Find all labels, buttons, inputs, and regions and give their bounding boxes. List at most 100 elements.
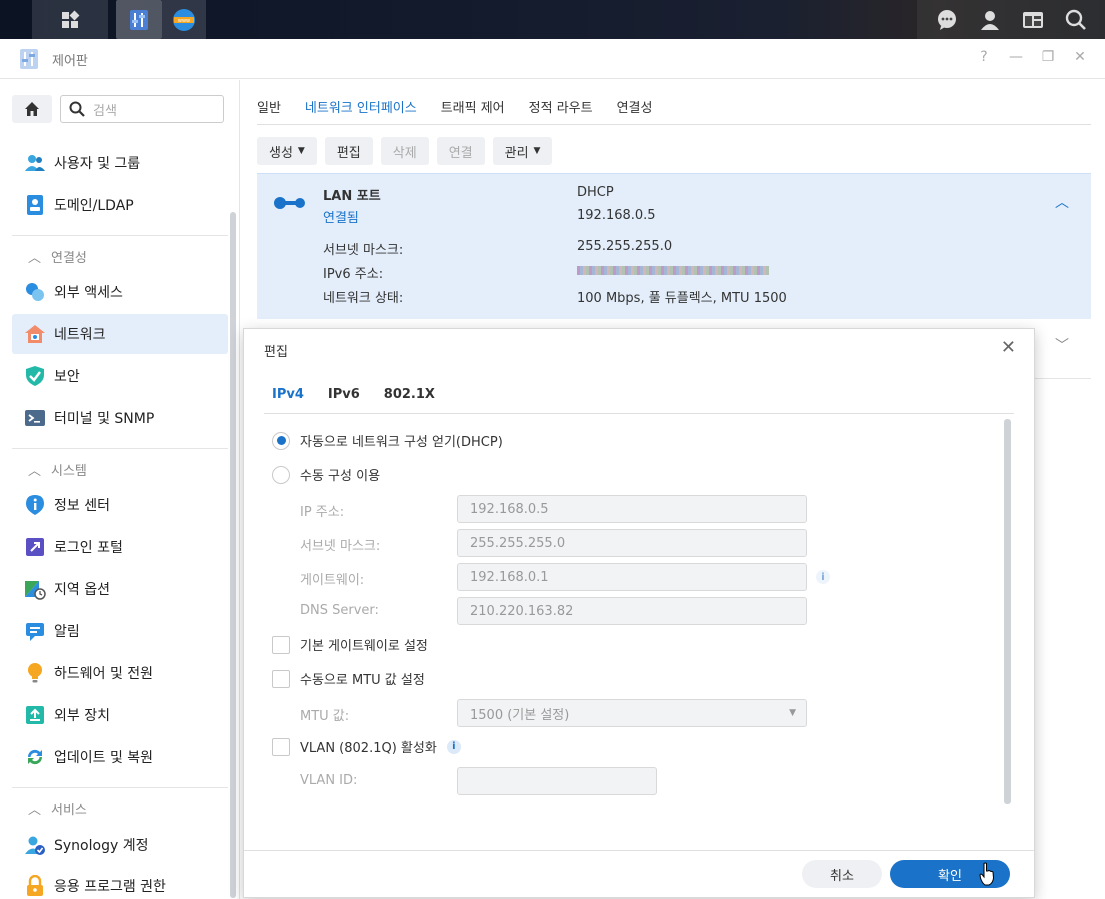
minimize-button[interactable]: — <box>1007 49 1025 65</box>
restore-button[interactable]: ❐ <box>1039 49 1057 65</box>
hand-cursor-icon <box>979 862 995 886</box>
tab-8021x[interactable]: 802.1X <box>384 387 435 402</box>
network-status-label: 네트워크 상태: <box>323 291 404 306</box>
chevron-up-icon: ︿ <box>28 464 42 479</box>
manual-mtu-checkbox[interactable] <box>272 669 290 688</box>
mtu-label: MTU 값: <box>300 709 350 724</box>
chat-icon[interactable] <box>935 8 959 32</box>
cancel-button[interactable]: 취소 <box>802 860 882 888</box>
tab-traffic-control[interactable]: 트래픽 제어 <box>441 97 505 116</box>
sidebar-item-hardware[interactable]: 하드웨어 및 전원 <box>12 653 228 693</box>
section-connectivity[interactable]: ︿ 연결성 <box>12 235 228 277</box>
connect-button[interactable]: 연결 <box>436 137 485 165</box>
help-button[interactable]: ? <box>975 49 993 65</box>
tab-static-route[interactable]: 정적 라우트 <box>529 97 593 116</box>
close-icon[interactable]: ✕ <box>1001 337 1016 358</box>
info-icon[interactable]: i <box>446 739 461 754</box>
tab-ipv4[interactable]: IPv4 <box>272 387 304 402</box>
tab-ipv6[interactable]: IPv6 <box>328 387 360 402</box>
caret-down-icon: ▼ <box>533 146 541 156</box>
home-icon <box>25 102 39 116</box>
gateway-label: 게이트웨이: <box>300 573 365 588</box>
tabs-divider <box>257 124 1091 125</box>
close-button[interactable]: ✕ <box>1071 49 1089 65</box>
search-icon[interactable] <box>1064 8 1088 32</box>
login-portal-icon <box>24 536 46 558</box>
create-button[interactable]: 생성 ▼ <box>257 137 317 165</box>
sidebar-item-network[interactable]: 네트워크 <box>12 314 228 354</box>
home-button[interactable] <box>12 95 52 123</box>
search-placeholder: 검색 <box>93 103 117 119</box>
section-system[interactable]: ︿ 시스템 <box>12 448 228 490</box>
lan-mode: DHCP <box>577 185 614 200</box>
network-status-value: 100 Mbps, 풀 듀플렉스, MTU 1500 <box>577 291 787 306</box>
mtu-select[interactable]: 1500 (기본 설정) ▼ <box>457 699 807 727</box>
external-access-icon <box>24 281 46 303</box>
dialog-tabs-divider <box>264 413 1014 414</box>
caret-down-icon: ▼ <box>789 708 796 718</box>
ip-field[interactable]: 192.168.0.5 <box>457 495 807 523</box>
sidebar-item-update[interactable]: 업데이트 및 복원 <box>12 737 228 777</box>
tab-connectivity[interactable]: 연결성 <box>617 97 653 116</box>
sidebar-item-info-center[interactable]: 정보 센터 <box>12 485 228 525</box>
control-panel-taskbar-button[interactable] <box>116 0 162 39</box>
tab-network-interface[interactable]: 네트워크 인터페이스 <box>305 97 417 116</box>
network-house-icon <box>24 323 46 345</box>
lan-port-name: LAN 포트 <box>323 189 381 204</box>
dialog-scrollbar[interactable] <box>1004 419 1011 804</box>
dialog-tabs: IPv4 IPv6 802.1X <box>272 387 435 402</box>
radio-dhcp[interactable] <box>272 431 290 450</box>
gateway-field[interactable]: 192.168.0.1 <box>457 563 807 591</box>
tab-general[interactable]: 일반 <box>257 97 281 116</box>
web-station-taskbar-button[interactable]: www <box>162 0 206 39</box>
svg-text:www: www <box>178 18 190 24</box>
www-globe-icon: www <box>173 8 195 31</box>
sidebar-item-domain[interactable]: 도메인/LDAP <box>12 185 228 225</box>
chevron-up-icon[interactable]: ︿ <box>1055 192 1069 212</box>
lan-port-card[interactable]: LAN 포트 연결됨 DHCP 192.168.0.5 서브넷 마스크: 255… <box>257 173 1091 319</box>
sidebar-item-terminal[interactable]: 터미널 및 SNMP <box>12 398 228 438</box>
sidebar-item-security[interactable]: 보안 <box>12 356 228 396</box>
shield-icon <box>24 365 46 387</box>
checkbox-row-default-gateway[interactable]: 기본 게이트웨이로 설정 <box>272 635 428 654</box>
search-input[interactable]: 검색 <box>60 95 224 123</box>
vlan-checkbox[interactable] <box>272 737 290 756</box>
edit-button[interactable]: 편집 <box>324 137 373 165</box>
lan-connected-icon <box>274 197 305 209</box>
grid-icon <box>62 10 80 28</box>
vlan-id-field[interactable] <box>457 767 657 795</box>
dialog-footer-divider <box>244 850 1034 851</box>
regional-options-icon <box>24 578 46 600</box>
section-services[interactable]: ︿ 서비스 <box>12 787 228 829</box>
delete-button[interactable]: 삭제 <box>380 137 429 165</box>
sidebar-item-external-devices[interactable]: 외부 장치 <box>12 695 228 735</box>
radio-row-dhcp[interactable]: 자동으로 네트워크 구성 얻기(DHCP) <box>272 431 503 450</box>
toolbar: 생성 ▼ 편집 삭제 연결 관리 ▼ <box>257 137 553 165</box>
lightbulb-icon <box>24 662 46 684</box>
user-icon[interactable] <box>978 8 1002 32</box>
main-menu-button[interactable] <box>32 0 108 39</box>
default-gateway-checkbox[interactable] <box>272 635 290 654</box>
sidebar-item-external-access[interactable]: 외부 액세스 <box>12 272 228 312</box>
sidebar-item-app-privileges[interactable]: 응용 프로그램 권한 <box>12 866 228 899</box>
sidebar-item-regional[interactable]: 지역 옵션 <box>12 569 228 609</box>
sidebar-item-users[interactable]: 사용자 및 그룹 <box>12 143 228 183</box>
dns-field[interactable]: 210.220.163.82 <box>457 597 807 625</box>
update-restore-icon <box>24 746 46 768</box>
sidebar-item-synology-account[interactable]: Synology 계정 <box>12 825 228 865</box>
window-title-bar: 제어판 ? — ❐ ✕ <box>0 39 1105 79</box>
info-icon[interactable]: i <box>816 570 830 584</box>
chevron-down-icon[interactable]: ﹀ <box>1055 335 1069 355</box>
sidebar-item-login-portal[interactable]: 로그인 포털 <box>12 527 228 567</box>
manage-button[interactable]: 관리 ▼ <box>492 137 553 165</box>
sidebar-scrollbar[interactable] <box>230 212 236 898</box>
radio-manual[interactable] <box>272 465 290 484</box>
checkbox-row-vlan[interactable]: VLAN (802.1Q) 활성화 i <box>272 737 461 756</box>
checkbox-row-manual-mtu[interactable]: 수동으로 MTU 값 설정 <box>272 669 425 688</box>
sidebar: 검색 사용자 및 그룹 도메인/LDAP ︿ 연결성 외부 액세스 네트워크 보… <box>0 80 240 899</box>
edit-dialog: 편집 ✕ IPv4 IPv6 802.1X 자동으로 네트워크 구성 얻기(DH… <box>243 328 1035 898</box>
radio-row-manual[interactable]: 수동 구성 이용 <box>272 465 380 484</box>
sidebar-item-notification[interactable]: 알림 <box>12 611 228 651</box>
widgets-icon[interactable] <box>1021 8 1045 32</box>
subnet-field[interactable]: 255.255.255.0 <box>457 529 807 557</box>
